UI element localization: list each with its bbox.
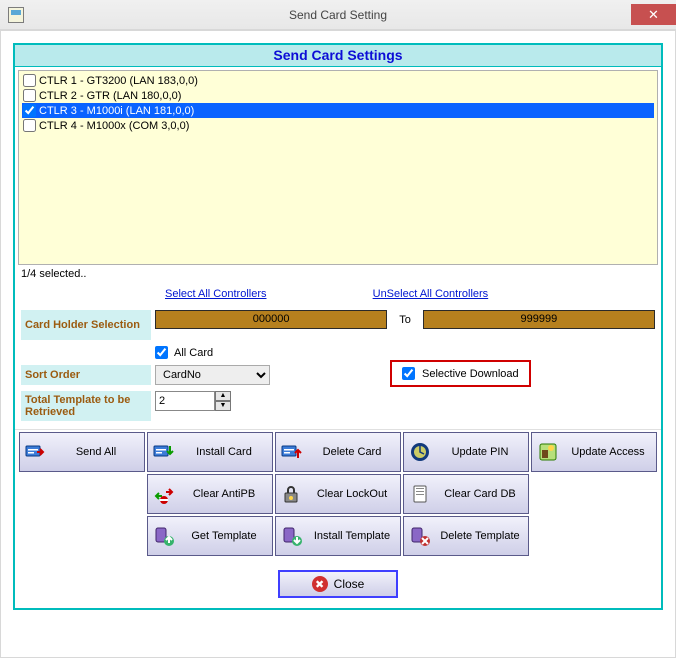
card-to-label: To: [393, 314, 417, 326]
controller-label: CTLR 2 - GTR (LAN 180,0,0): [39, 90, 181, 102]
clear-carddb-button-label: Clear Card DB: [436, 488, 524, 500]
clear-antipb-button[interactable]: Clear AntiPB: [147, 474, 273, 514]
install-card-icon: [152, 440, 176, 464]
close-icon: ✖: [312, 576, 328, 592]
update-pin-button[interactable]: Update PIN: [403, 432, 529, 472]
template-total-label: Total Template to be Retrieved: [21, 391, 151, 421]
titlebar: Send Card Setting ✕: [0, 0, 676, 30]
install-card-button-label: Install Card: [180, 446, 268, 458]
unselect-all-link[interactable]: UnSelect All Controllers: [373, 288, 489, 300]
app-icon: [8, 7, 24, 23]
controller-row[interactable]: CTLR 4 - M1000x (COM 3,0,0): [22, 118, 654, 133]
card-from-input[interactable]: 000000: [155, 310, 387, 329]
delete-template-button-label: Delete Template: [436, 530, 524, 542]
window-title: Send Card Setting: [289, 8, 387, 22]
select-all-link[interactable]: Select All Controllers: [165, 288, 267, 300]
all-card-label[interactable]: All Card: [174, 347, 213, 359]
update-access-icon: [536, 440, 560, 464]
selective-download-box: Selective Download: [390, 360, 531, 387]
clear-carddb-icon: [408, 482, 432, 506]
button-grid: Send All Install Card Delete Card Update PI…: [15, 429, 661, 562]
controller-list[interactable]: CTLR 1 - GT3200 (LAN 183,0,0) CTLR 2 - GT…: [18, 70, 658, 265]
delete-template-button[interactable]: Delete Template: [403, 516, 529, 556]
update-access-button-label: Update Access: [564, 446, 652, 458]
close-button-label: Close: [334, 577, 365, 591]
select-links: Select All Controllers UnSelect All Cont…: [15, 286, 661, 310]
controller-label: CTLR 4 - M1000x (COM 3,0,0): [39, 120, 189, 132]
get-template-button-label: Get Template: [180, 530, 268, 542]
clear-antipb-icon: [152, 482, 176, 506]
template-total-spinner[interactable]: ▲ ▼: [215, 391, 231, 411]
card-holder-label: Card Holder Selection: [21, 310, 151, 340]
delete-card-icon: [280, 440, 304, 464]
selective-download-label[interactable]: Selective Download: [422, 368, 519, 380]
send-all-button[interactable]: Send All: [19, 432, 145, 472]
sort-order-label: Sort Order: [21, 365, 151, 385]
install-template-icon: [280, 524, 304, 548]
install-card-button[interactable]: Install Card: [147, 432, 273, 472]
delete-template-icon: [408, 524, 432, 548]
delete-card-button[interactable]: Delete Card: [275, 432, 401, 472]
clear-antipb-button-label: Clear AntiPB: [180, 488, 268, 500]
get-template-button[interactable]: Get Template: [147, 516, 273, 556]
controller-label: CTLR 1 - GT3200 (LAN 183,0,0): [39, 75, 198, 87]
clear-lockout-button-label: Clear LockOut: [308, 488, 396, 500]
close-button[interactable]: ✖ Close: [278, 570, 398, 598]
clear-carddb-button[interactable]: Clear Card DB: [403, 474, 529, 514]
controller-row[interactable]: CTLR 1 - GT3200 (LAN 183,0,0): [22, 73, 654, 88]
selection-status: 1/4 selected..: [21, 268, 655, 280]
controller-checkbox[interactable]: [23, 89, 36, 102]
controller-row[interactable]: CTLR 2 - GTR (LAN 180,0,0): [22, 88, 654, 103]
get-template-icon: [152, 524, 176, 548]
selective-download-checkbox[interactable]: [402, 367, 415, 380]
update-access-button[interactable]: Update Access: [531, 432, 657, 472]
spinner-down-icon[interactable]: ▼: [215, 401, 231, 411]
window-close-button[interactable]: ✕: [631, 4, 676, 25]
controller-checkbox[interactable]: [23, 74, 36, 87]
template-total-input[interactable]: [155, 391, 215, 411]
page-title: Send Card Settings: [15, 45, 661, 67]
install-template-button-label: Install Template: [308, 530, 396, 542]
card-to-input[interactable]: 999999: [423, 310, 655, 329]
sort-order-select[interactable]: CardNo: [155, 365, 270, 385]
clear-lockout-button[interactable]: Clear LockOut: [275, 474, 401, 514]
send-all-icon: [24, 440, 48, 464]
install-template-button[interactable]: Install Template: [275, 516, 401, 556]
spinner-up-icon[interactable]: ▲: [215, 391, 231, 401]
controller-row[interactable]: CTLR 3 - M1000i (LAN 181,0,0): [22, 103, 654, 118]
all-card-checkbox[interactable]: [155, 346, 168, 359]
controller-label: CTLR 3 - M1000i (LAN 181,0,0): [39, 105, 194, 117]
delete-card-button-label: Delete Card: [308, 446, 396, 458]
controller-checkbox[interactable]: [23, 104, 36, 117]
update-pin-icon: [408, 440, 432, 464]
clear-lockout-icon: [280, 482, 304, 506]
send-all-button-label: Send All: [52, 446, 140, 458]
controller-checkbox[interactable]: [23, 119, 36, 132]
update-pin-button-label: Update PIN: [436, 446, 524, 458]
